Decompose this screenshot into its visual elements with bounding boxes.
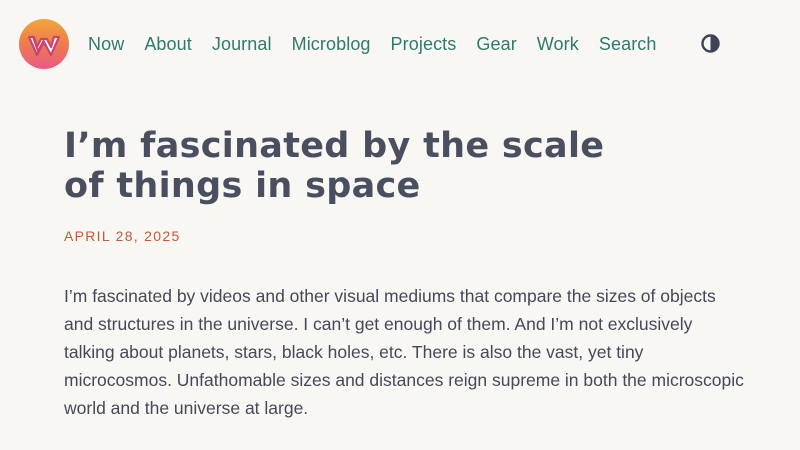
nav-link-journal[interactable]: Journal (212, 34, 272, 55)
article-title: I’m fascinated by the scale of things in… (64, 126, 605, 206)
main-nav: Now About Journal Microblog Projects Gea… (88, 30, 677, 58)
nav-link-microblog[interactable]: Microblog (292, 34, 371, 55)
nav-link-gear[interactable]: Gear (476, 34, 516, 55)
article-date: APRIL 28, 2025 (64, 228, 181, 244)
nav-link-now[interactable]: Now (88, 34, 124, 55)
nav-link-work[interactable]: Work (537, 34, 579, 55)
nav-link-about[interactable]: About (144, 34, 192, 55)
nav-link-search[interactable]: Search (599, 34, 657, 55)
nav-link-projects[interactable]: Projects (391, 34, 457, 55)
site-logo-icon[interactable] (19, 19, 69, 69)
article: I’m fascinated by the scale of things in… (64, 126, 744, 440)
site-header: Now About Journal Microblog Projects Gea… (0, 0, 800, 88)
theme-toggle-icon[interactable] (701, 34, 720, 53)
article-paragraph: I’m fascinated by videos and other visua… (64, 286, 744, 418)
